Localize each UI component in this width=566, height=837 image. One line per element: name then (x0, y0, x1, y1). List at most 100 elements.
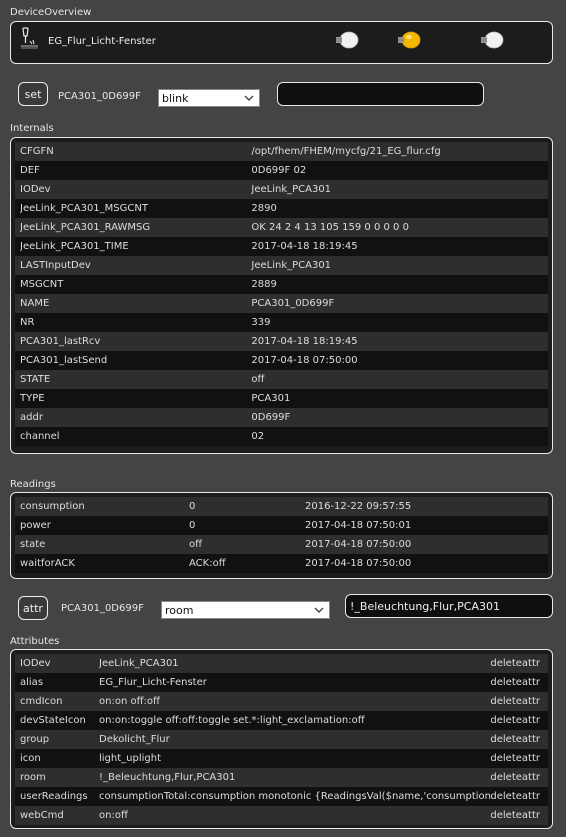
set-command-value: blink (162, 91, 189, 105)
table-row: CFGFN/opt/fhem/FHEM/mycfg/21_EG_flur.cfg (15, 142, 548, 161)
attribute-value: !_Beleuchtung,Flur,PCA301 (99, 772, 236, 783)
table-row: MSGCNT 2889 (15, 275, 548, 294)
table-row: PCA301_lastSend 2017-04-18 07:50:00 (15, 351, 548, 370)
table-row: IODev JeeLink_PCA301 (15, 180, 548, 199)
internal-name: IODev (20, 184, 51, 195)
attribute-name[interactable]: IODev (20, 658, 99, 669)
table-row: NAME PCA301_0D699F (15, 294, 548, 313)
device-alias-link[interactable]: EG_Flur_Licht-Fenster (48, 36, 156, 47)
chevron-down-icon (314, 607, 324, 613)
table-row: NR 339 (15, 313, 548, 332)
attr-value-input[interactable]: !_Beleuchtung,Flur,PCA301 (345, 594, 553, 618)
attribute-value: EG_Flur_Licht-Fenster (99, 677, 207, 688)
table-row: consumption 0 2016-12-22 09:57:55 (15, 497, 548, 516)
reading-name: consumption (20, 501, 85, 512)
attributes-table: IODev JeeLink_PCA301 deleteattr alias EG_Flu… (10, 649, 553, 829)
attribute-name[interactable]: group (20, 734, 99, 745)
internal-value: 339 (251, 317, 271, 328)
attribute-value: light_uplight (99, 753, 162, 764)
uplight-icon[interactable] (19, 27, 39, 55)
deleteattr-link[interactable]: deleteattr (490, 810, 540, 821)
internal-value: 0D699F 02 (251, 165, 307, 176)
internal-name: NAME (20, 298, 50, 309)
set-command-select[interactable]: blink (158, 89, 260, 107)
attribute-value: JeeLink_PCA301 (99, 658, 179, 669)
reading-value: 0 (189, 501, 196, 512)
internal-name: CFGFN (20, 146, 54, 157)
table-row: webCmd on:off deleteattr (15, 806, 548, 825)
table-row: userReadings consumptionTotal:consumption… (15, 787, 548, 806)
table-row: LASTInputDev JeeLink_PCA301 (15, 256, 548, 275)
internal-name: TYPE (20, 393, 45, 404)
attribute-name[interactable]: alias (20, 677, 99, 688)
internal-name: PCA301_lastRcv (20, 336, 101, 347)
table-row: alias EG_Flur_Licht-Fenster deleteattr (15, 673, 548, 692)
chevron-down-icon (244, 95, 254, 101)
deleteattr-link[interactable]: deleteattr (490, 791, 540, 802)
table-row: STATE off (15, 370, 548, 389)
attribute-name[interactable]: icon (20, 753, 99, 764)
bulb-off-icon[interactable] (478, 29, 506, 51)
device-overview-panel: EG_Flur_Licht-Fenster (10, 21, 553, 64)
bulb-on-icon[interactable] (395, 29, 423, 51)
readings-table: consumption 0 2016-12-22 09:57:55 power 0 201… (10, 492, 553, 579)
internal-name: DEF (20, 165, 40, 176)
set-value-input[interactable] (277, 82, 484, 106)
reading-value: 0 (189, 520, 196, 531)
table-row: room !_Beleuchtung,Flur,PCA301 deleteattr (15, 768, 548, 787)
internal-value: 0D699F (251, 412, 291, 423)
attr-name-select[interactable]: room (161, 601, 330, 619)
attr-device-label: PCA301_0D699F (61, 603, 144, 614)
attribute-name[interactable]: userReadings (20, 791, 99, 802)
internals-title: Internals (10, 123, 54, 134)
deleteattr-link[interactable]: deleteattr (490, 734, 540, 745)
internal-value: 2017-04-18 18:19:45 (251, 336, 358, 347)
attribute-value: Dekolicht_Flur (99, 734, 170, 745)
table-row: JeeLink_PCA301_TIME 2017-04-18 18:19:45 (15, 237, 548, 256)
deleteattr-link[interactable]: deleteattr (490, 715, 540, 726)
internal-name: NR (20, 317, 35, 328)
attribute-value: consumptionTotal:consumption monotonic {… (99, 791, 491, 802)
internal-value: 02 (251, 431, 265, 442)
internal-value: /opt/fhem/FHEM/mycfg/21_EG_flur.cfg (251, 146, 441, 157)
bulb-off-icon[interactable] (333, 29, 361, 51)
attr-button[interactable]: attr (18, 596, 48, 620)
deleteattr-link[interactable]: deleteattr (490, 658, 540, 669)
internal-name: PCA301_lastSend (20, 355, 108, 366)
table-row: cmdIcon on:on off:off deleteattr (15, 692, 548, 711)
internal-value: JeeLink_PCA301 (251, 260, 332, 271)
table-row: power 0 2017-04-18 07:50:01 (15, 516, 548, 535)
internal-value: JeeLink_PCA301 (251, 184, 332, 195)
deleteattr-link[interactable]: deleteattr (490, 677, 540, 688)
set-button[interactable]: set (18, 82, 48, 106)
attribute-name[interactable]: room (20, 772, 99, 783)
table-row: JeeLink_PCA301_MSGCNT 2890 (15, 199, 548, 218)
readings-title: Readings (10, 479, 56, 490)
table-row: devStateIcon on:on:toggle off:off:toggle … (15, 711, 548, 730)
internal-value: PCA301_0D699F (251, 298, 335, 309)
attribute-value: on:off (99, 810, 128, 821)
internal-name: JeeLink_PCA301_TIME (20, 241, 129, 252)
internal-value: 2890 (251, 203, 277, 214)
reading-time: 2017-04-18 07:50:01 (305, 520, 412, 531)
table-row: IODev JeeLink_PCA301 deleteattr (15, 654, 548, 673)
internal-name: addr (20, 412, 43, 423)
internals-table: CFGFN/opt/fhem/FHEM/mycfg/21_EG_flur.cfg… (10, 137, 553, 454)
table-row: TYPE PCA301 (15, 389, 548, 408)
internal-name: LASTInputDev (20, 260, 91, 271)
internal-name: JeeLink_PCA301_RAWMSG (20, 222, 151, 233)
attribute-name[interactable]: devStateIcon (20, 715, 99, 726)
deleteattr-link[interactable]: deleteattr (490, 772, 540, 783)
attribute-name[interactable]: webCmd (20, 810, 99, 821)
table-row: state off 2017-04-18 07:50:00 (15, 535, 548, 554)
internal-name: channel (20, 431, 60, 442)
internal-value: off (251, 374, 265, 385)
deleteattr-link[interactable]: deleteattr (490, 753, 540, 764)
attribute-name[interactable]: cmdIcon (20, 696, 99, 707)
deleteattr-link[interactable]: deleteattr (490, 696, 540, 707)
set-device-label: PCA301_0D699F (58, 91, 141, 102)
table-row: DEF 0D699F 02 (15, 161, 548, 180)
reading-time: 2017-04-18 07:50:00 (305, 558, 412, 569)
table-row: group Dekolicht_Flur deleteattr (15, 730, 548, 749)
internal-value: PCA301 (251, 393, 291, 404)
